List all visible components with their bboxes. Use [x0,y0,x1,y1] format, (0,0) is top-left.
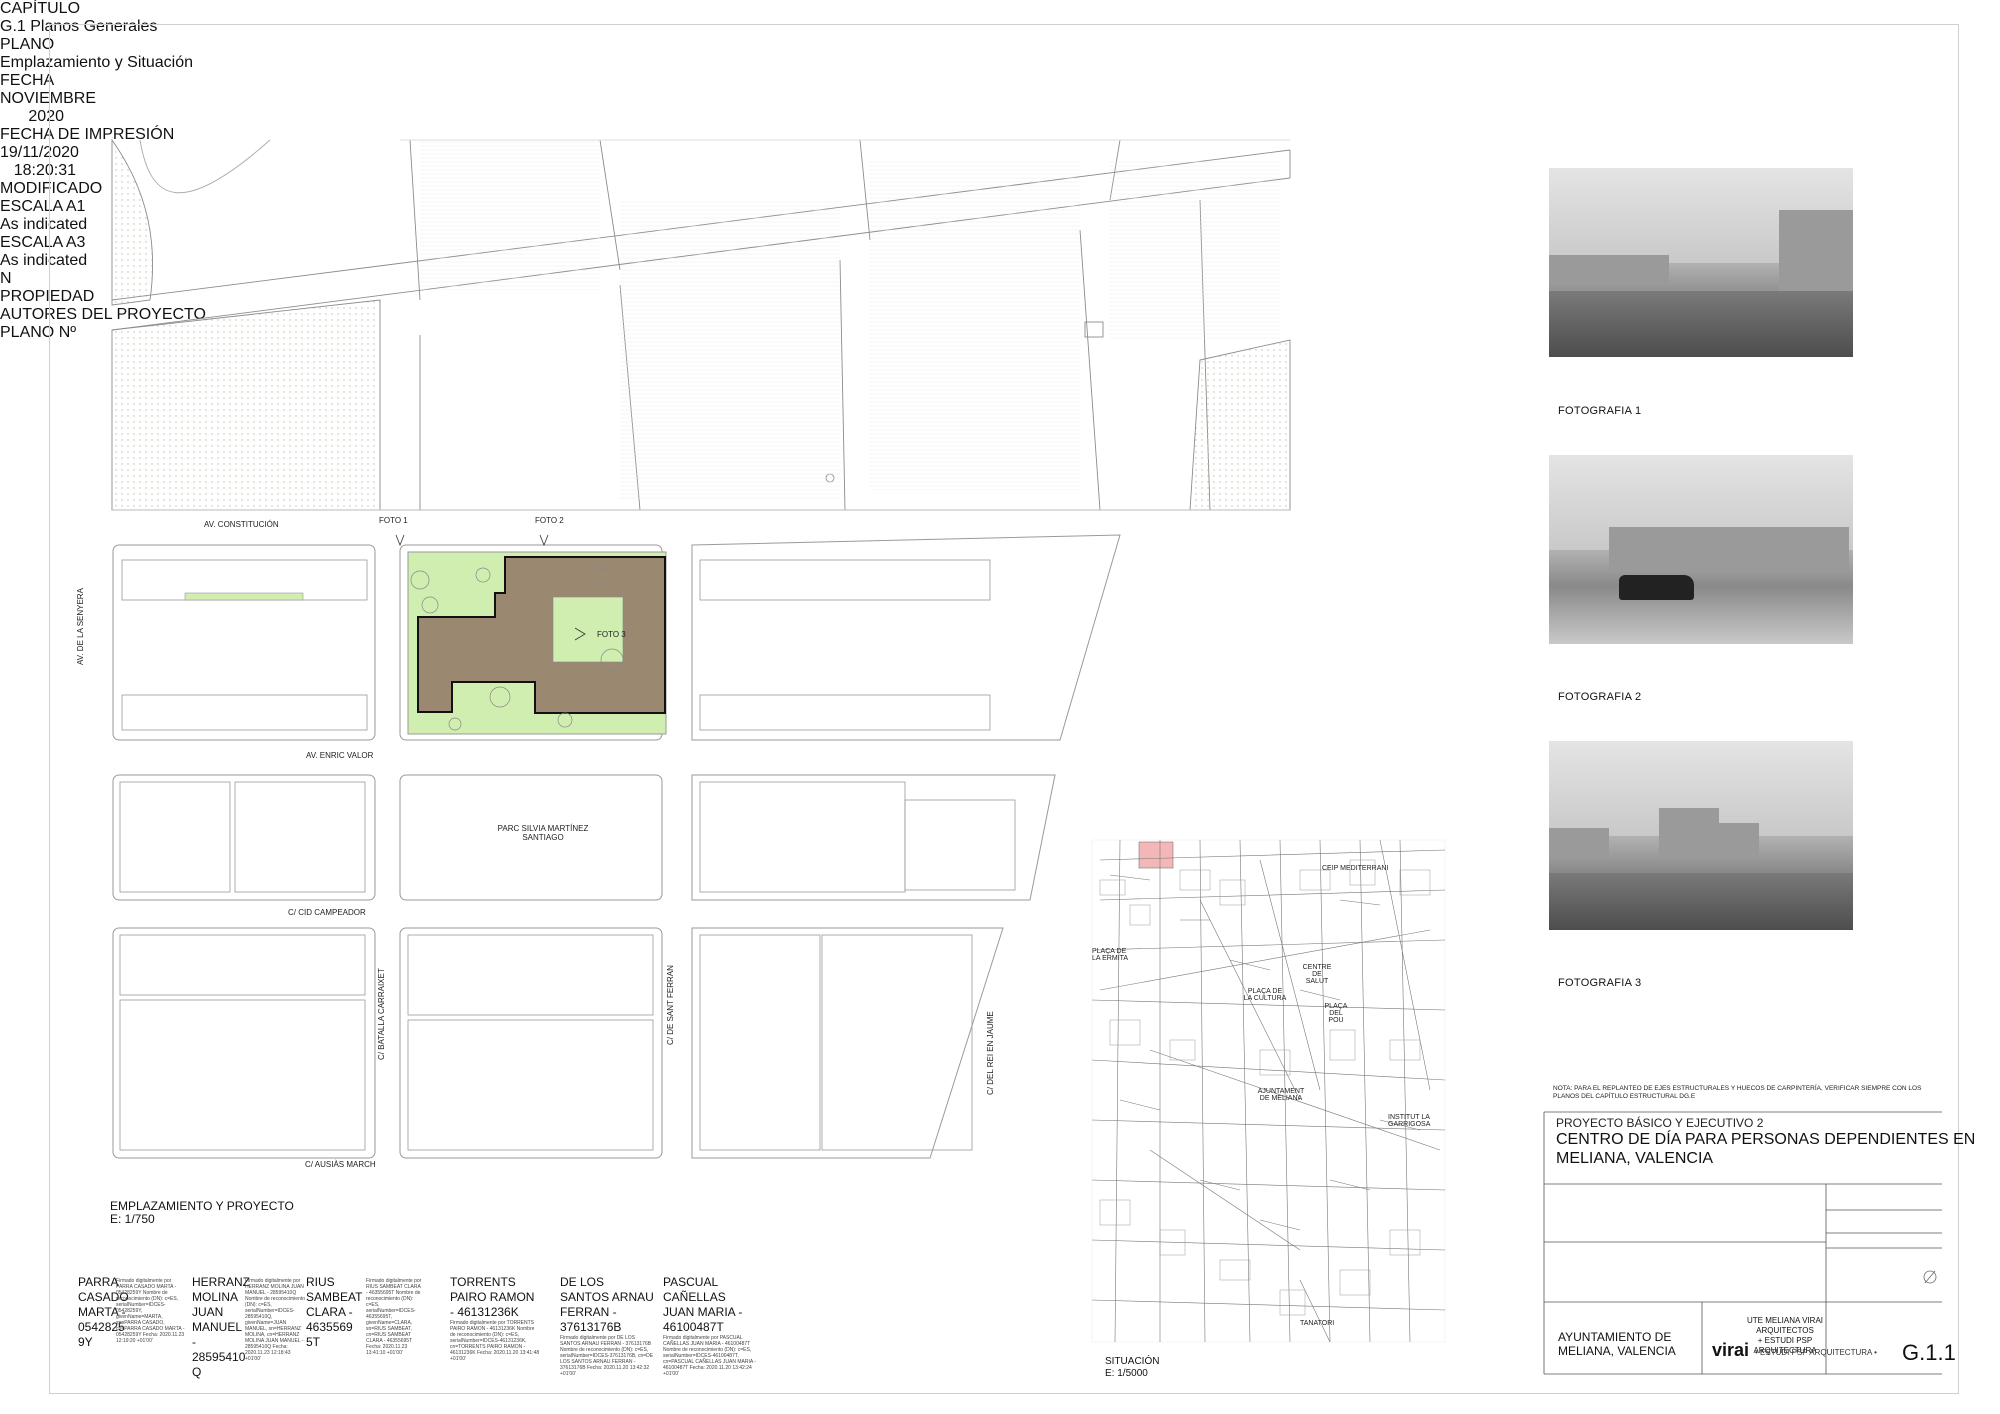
map-label-placa-pou: PLAÇA DEL POU [1324,1003,1348,1024]
signature-herranz-detail: Firmado digitalmente por HERRANZ MOLINA … [245,1278,306,1362]
psp-logo: • ESTUDI PSP ARQUITECTURA • [1755,1348,1877,1357]
signature-rius: RIUS SAMBEAT CLARA - 4635569 5T [306,1275,363,1349]
park-label: PARC SILVIA MARTÍNEZ SANTIAGO [497,824,589,842]
map-label-placa-ermita: PLAÇA DE LA ERMITA [1092,948,1129,962]
photo-marker-label-2: FOTO 2 [535,516,564,525]
signature-pascual: PASCUAL CAÑELLAS JUAN MARIA - 46100487T … [663,1275,756,1377]
map-label-ceip: CEIP MEDITERRANI [1322,865,1389,872]
photo-marker-label-1: FOTO 1 [379,516,408,525]
map-label-placa-cultura: PLAÇA DE LA CULTURA [1243,988,1287,1002]
photo-1-caption: FOTOGRAFIA 1 [1558,405,1642,417]
signature-de-los-santos: DE LOS SANTOS ARNAU FERRAN - 37613176B F… [560,1275,654,1377]
map-label-institut: INSTITUT LA GARRIGOSA [1388,1114,1431,1128]
map-label-tanatori: TANATORI [1300,1320,1335,1327]
virai-logo: virai [1712,1340,1750,1360]
field-hatching [420,140,1280,500]
street-label-ausias-march: C/ AUSIÀS MARCH [305,1160,376,1169]
street-label-sant-ferran: C/ DE SANT FERRAN [666,965,675,1045]
plano-no-value: G.1.1 [1902,1340,1956,1365]
signature-herranz: HERRANZ MOLINA JUAN MANUEL - 28595410 Q [192,1275,251,1379]
street-label-cid-campeador: C/ CID CAMPEADOR [288,908,366,917]
project-title-2: MELIANA, VALENCIA [1556,1150,1714,1167]
signature-parra-detail: Firmado digitalmente por PARRA CASADO MA… [116,1278,185,1344]
map-label-ajuntament: AJUNTAMENT DE MELIANA [1257,1088,1305,1102]
street-label-av-enric-valor: AV. ENRIC VALOR [306,751,374,760]
signature-rius-detail: Firmado digitalmente por RIUS SAMBEAT CL… [366,1278,422,1356]
title-block-project: PROYECTO BÁSICO Y EJECUTIVO 2 CENTRO DE … [1556,1116,1975,1168]
photo-3-caption: FOTOGRAFIA 3 [1558,977,1642,989]
project-type: PROYECTO BÁSICO Y EJECUTIVO 2 [1556,1116,1764,1130]
signature-torrents: TORRENTS PAIRO RAMON - 46131236K Firmado… [450,1275,540,1362]
structural-note: NOTA: PARA EL REPLANTEO DE EJES ESTRUCTU… [1553,1085,1922,1100]
photo-1 [1549,168,1853,357]
situation-title: SITUACIÓN E: 1/5000 [1105,1356,1160,1379]
street-label-batalla-carraixet: C/ BATALLA CARRAIXET [377,968,386,1060]
street-label-rei-en-jaume: C/ DEL REI EN JAUME [986,1011,995,1095]
propiedad-value: AYUNTAMIENTO DE MELIANA, VALENCIA [1558,1330,1676,1358]
photo-marker-label-3: FOTO 3 [597,630,626,639]
green-strip [184,592,304,601]
photo-2-caption: FOTOGRAFIA 2 [1558,691,1642,703]
photo-2 [1549,455,1853,644]
map-label-centre-salut: CENTRE DE SALUT [1302,964,1332,985]
project-title-1: CENTRO DE DÍA PARA PERSONAS DEPENDIENTES… [1556,1131,1976,1148]
site-plan-title: EMPLAZAMIENTO Y PROYECTO E: 1/750 [110,1199,294,1226]
photo-3 [1549,741,1853,930]
street-label-av-senyera: AV. DE LA SENYERA [76,588,85,665]
street-label-av-constitucion: AV. CONSTITUCIÓN [204,520,279,529]
